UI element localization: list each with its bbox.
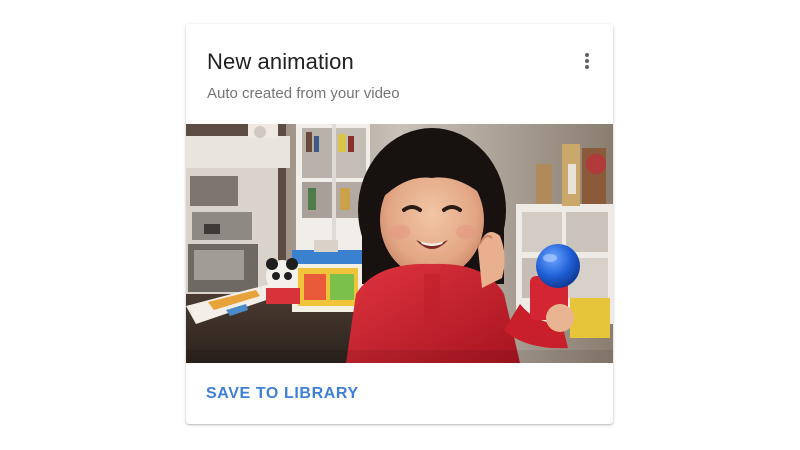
animation-preview[interactable] — [186, 124, 613, 363]
card-title: New animation — [207, 49, 354, 74]
card-actions: SAVE TO LIBRARY — [186, 363, 613, 424]
menu-dot — [585, 59, 589, 63]
menu-dot — [585, 65, 589, 69]
animation-card: New animation Auto created from your vid… — [186, 24, 613, 424]
animation-frame — [186, 124, 613, 363]
more-vert-icon[interactable] — [576, 48, 598, 74]
page: New animation Auto created from your vid… — [0, 0, 800, 450]
card-header: New animation Auto created from your vid… — [186, 24, 613, 124]
menu-dot — [585, 53, 589, 57]
card-subtitle: Auto created from your video — [207, 85, 400, 102]
save-to-library-button[interactable]: SAVE TO LIBRARY — [198, 378, 367, 410]
